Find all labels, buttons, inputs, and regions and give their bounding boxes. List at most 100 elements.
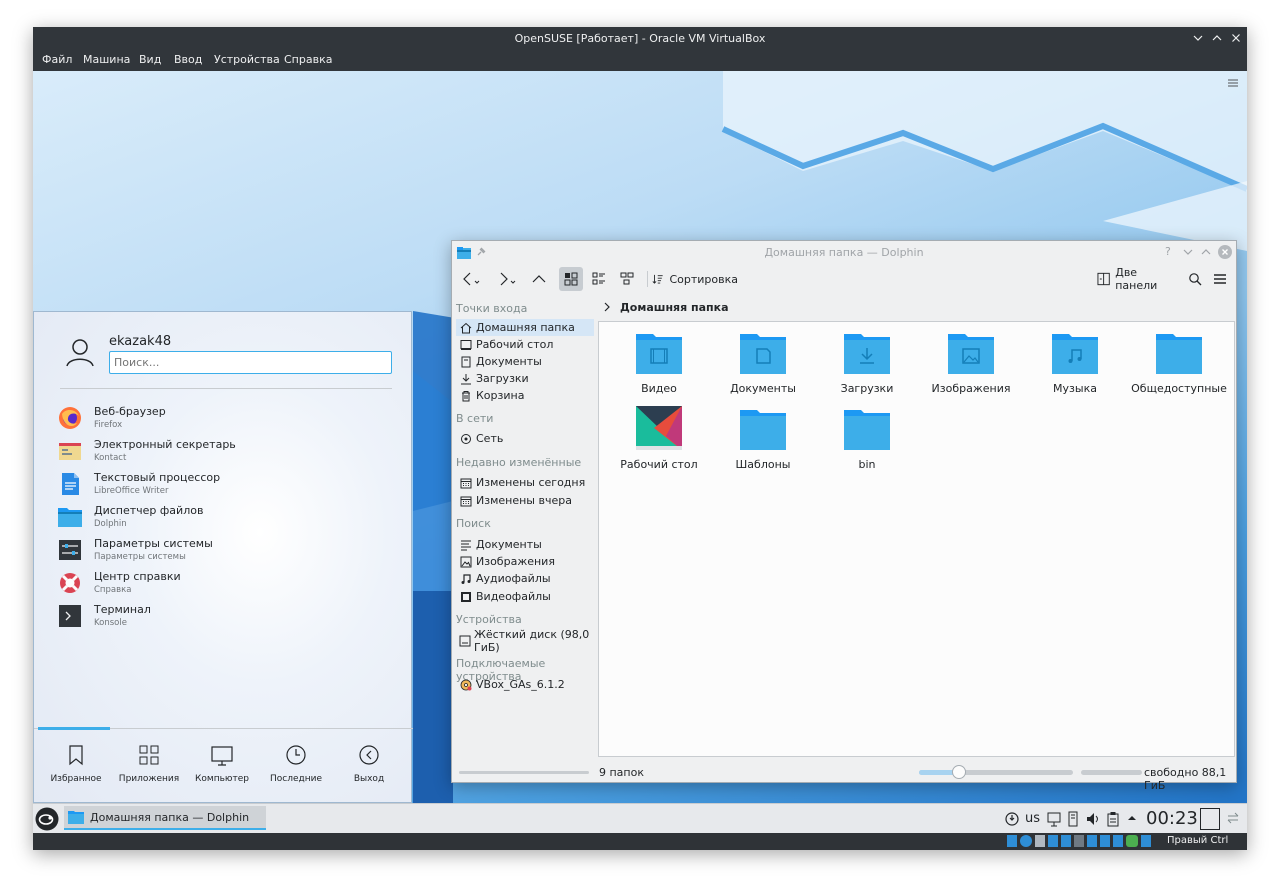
menu-help[interactable]: Справка <box>284 53 332 66</box>
place-hard-disk[interactable]: Жёсткий диск (98,0 ГиБ) <box>456 628 594 654</box>
menu-file[interactable]: Файл <box>42 53 72 66</box>
documents-icon <box>459 355 473 369</box>
app-firefox[interactable]: Веб-браузер Firefox <box>56 404 396 434</box>
panel-config-icon[interactable] <box>1227 812 1239 824</box>
keyboard-icon[interactable] <box>1141 835 1151 847</box>
app-dolphin[interactable]: Диспетчер файлов Dolphin <box>56 503 396 533</box>
recording-icon[interactable] <box>1100 835 1110 847</box>
menu-input[interactable]: Ввод <box>174 53 202 66</box>
clock[interactable]: 00:23 <box>1146 808 1198 829</box>
active-tab-indicator <box>38 727 110 730</box>
keyboard-layout[interactable]: us <box>1025 811 1040 826</box>
hard-disk-icon[interactable] <box>1007 835 1017 847</box>
display-icon[interactable] <box>1087 835 1097 847</box>
place-vbox-gas[interactable]: VBox_GAs_6.1.2 <box>456 676 594 693</box>
place-search-video[interactable]: Видеофайлы <box>456 588 594 605</box>
zoom-slider[interactable] <box>919 765 1073 779</box>
storage-icon[interactable] <box>1067 811 1079 827</box>
up-arrow-icon <box>532 275 546 283</box>
place-documents[interactable]: Документы <box>456 353 594 370</box>
help-button[interactable]: ? <box>1165 245 1171 258</box>
cpu-icon[interactable] <box>1113 835 1123 847</box>
app-writer[interactable]: Текстовый процессор LibreOffice Writer <box>56 470 396 500</box>
task-dolphin[interactable]: Домашняя папка — Dolphin <box>64 806 266 830</box>
shared-folder-icon[interactable] <box>1074 835 1084 847</box>
chevron-up-icon[interactable] <box>1127 813 1137 823</box>
menu-machine[interactable]: Машина <box>83 53 130 66</box>
folder-item[interactable]: Документы <box>711 330 815 402</box>
app-name: Текстовый процессор <box>94 471 221 484</box>
compact-view-button[interactable] <box>587 267 611 291</box>
location-bar[interactable]: Домашняя папка <box>598 296 729 318</box>
places-section-header: Устройства <box>456 613 522 626</box>
folder-music-icon <box>1052 334 1098 374</box>
folder-item[interactable]: bin <box>815 406 919 478</box>
place-desktop[interactable]: Рабочий стол <box>456 336 594 353</box>
place-network[interactable]: Сеть <box>456 430 594 447</box>
app-generic: Dolphin <box>94 519 127 529</box>
place-label: VBox_GAs_6.1.2 <box>476 678 565 691</box>
audio-icon[interactable] <box>1035 835 1045 847</box>
app-generic: Справка <box>94 585 132 595</box>
zoom-slider-handle[interactable] <box>952 765 966 779</box>
details-view-button[interactable] <box>615 267 639 291</box>
place-modified-today[interactable]: Изменены сегодня <box>456 474 594 491</box>
maximize-icon[interactable] <box>1209 30 1225 46</box>
search-input[interactable] <box>109 351 392 374</box>
tab-computer[interactable]: Компьютер <box>184 740 260 790</box>
tab-leave[interactable]: Выход <box>331 740 407 790</box>
tab-favorites[interactable]: Избранное <box>38 740 114 790</box>
folder-item[interactable]: Шаблоны <box>711 406 815 478</box>
place-label: Загрузки <box>476 372 529 385</box>
updates-icon[interactable] <box>1005 812 1019 826</box>
place-search-images[interactable]: Изображения <box>456 553 594 570</box>
app-help-center[interactable]: Центр справки Справка <box>56 569 396 599</box>
app-name: Веб-браузер <box>94 405 166 418</box>
place-trash[interactable]: Корзина <box>456 387 594 404</box>
app-terminal[interactable]: Терминал Konsole <box>56 602 396 632</box>
tab-applications[interactable]: Приложения <box>111 740 187 790</box>
split-view-button[interactable]: Две панели <box>1097 266 1179 292</box>
back-button[interactable] <box>458 267 484 291</box>
search-button[interactable] <box>1185 267 1205 291</box>
mouse-integration-icon[interactable] <box>1126 835 1138 847</box>
sort-button[interactable]: Сортировка <box>652 267 738 291</box>
forward-button[interactable] <box>494 267 520 291</box>
display-icon[interactable] <box>1047 811 1061 827</box>
maximize-icon[interactable] <box>1200 246 1212 258</box>
folder-item[interactable]: Изображения <box>919 330 1023 402</box>
app-kontact[interactable]: Электронный секретарь Kontact <box>56 437 396 467</box>
show-desktop-button[interactable] <box>1200 808 1220 830</box>
app-system-settings[interactable]: Параметры системы Параметры системы <box>56 536 396 566</box>
minimize-icon[interactable] <box>1182 246 1194 258</box>
folder-item[interactable]: Общедоступные <box>1127 330 1231 402</box>
virtualbox-window: OpenSUSE [Работает] - Oracle VM VirtualB… <box>33 27 1247 850</box>
icons-view-button[interactable] <box>559 267 583 291</box>
folder-item[interactable]: Музыка <box>1023 330 1127 402</box>
leave-icon <box>359 745 379 765</box>
up-button[interactable] <box>528 267 550 291</box>
folder-item[interactable]: Видео <box>607 330 711 402</box>
folder-item[interactable]: Загрузки <box>815 330 919 402</box>
optical-disc-icon[interactable] <box>1020 835 1032 847</box>
folder-item[interactable]: Рабочий стол <box>607 406 711 478</box>
close-icon[interactable] <box>1218 245 1232 259</box>
place-home[interactable]: Домашняя папка <box>456 319 594 336</box>
place-modified-yesterday[interactable]: Изменены вчера <box>456 492 594 509</box>
application-launcher-button[interactable] <box>35 807 59 831</box>
place-downloads[interactable]: Загрузки <box>456 370 594 387</box>
desktop-menu-icon[interactable] <box>1227 77 1239 89</box>
places-scrollbar[interactable] <box>459 771 589 774</box>
network-icon[interactable] <box>1048 835 1058 847</box>
minimize-icon[interactable] <box>1190 30 1206 46</box>
volume-icon[interactable] <box>1085 811 1101 827</box>
place-search-audio[interactable]: Аудиофайлы <box>456 570 594 587</box>
menu-view[interactable]: Вид <box>139 53 161 66</box>
menu-devices[interactable]: Устройства <box>214 53 280 66</box>
close-icon[interactable] <box>1228 30 1244 46</box>
usb-icon[interactable] <box>1061 835 1071 847</box>
clipboard-icon[interactable] <box>1107 811 1119 827</box>
tab-recent[interactable]: Последние <box>258 740 334 790</box>
place-search-documents[interactable]: Документы <box>456 536 594 553</box>
hamburger-menu-button[interactable] <box>1210 267 1230 291</box>
